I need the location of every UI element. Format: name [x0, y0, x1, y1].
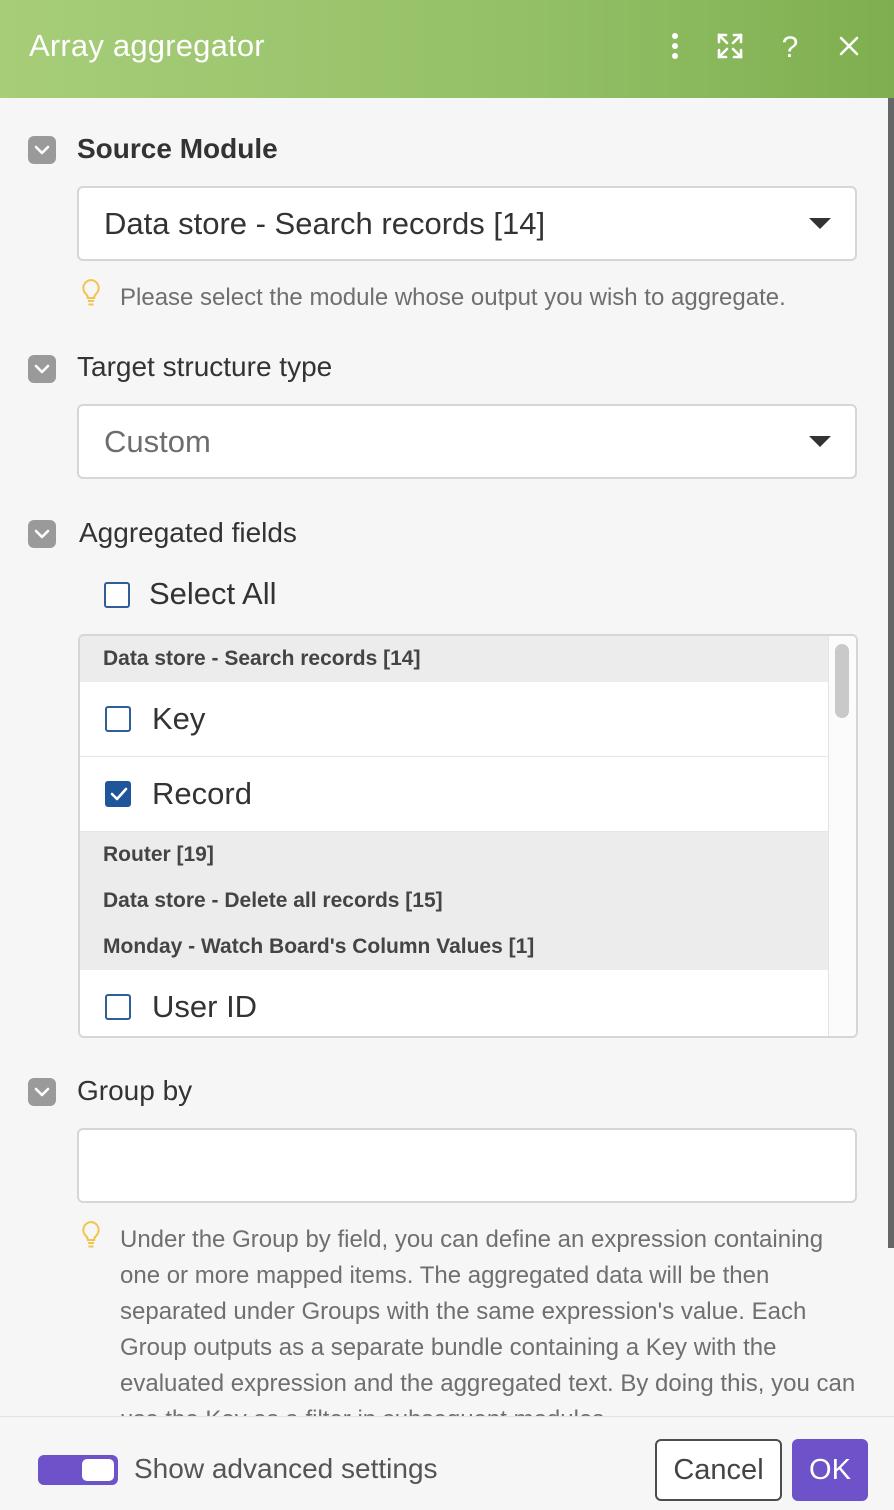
group-header: Monday - Watch Board's Column Values [1]: [80, 924, 828, 970]
lightbulb-icon: [82, 1220, 100, 1248]
dialog-header: Array aggregator ?: [0, 0, 894, 98]
close-icon[interactable]: [829, 26, 869, 66]
chevron-down-icon: [34, 364, 50, 374]
select-all-checkbox[interactable]: [104, 582, 130, 608]
lightbulb-icon: [82, 278, 100, 306]
item-label: Key: [152, 701, 206, 736]
advanced-settings-label[interactable]: Show advanced settings: [134, 1453, 438, 1485]
svg-text:?: ?: [782, 31, 799, 61]
chevron-down-icon: [34, 529, 50, 539]
ok-button[interactable]: OK: [792, 1439, 868, 1501]
list-item[interactable]: Key: [80, 682, 828, 757]
caret-down-icon: [809, 436, 831, 447]
item-label: Record: [152, 776, 252, 811]
item-label: User ID: [152, 989, 258, 1024]
aggregated-fields-collapse-toggle[interactable]: [28, 520, 56, 548]
source-module-value: Data store - Search records [14]: [104, 206, 546, 241]
chevron-down-icon: [34, 1087, 50, 1097]
help-icon[interactable]: ?: [770, 26, 810, 66]
source-module-select[interactable]: Data store - Search records [14]: [77, 186, 857, 261]
chevron-down-icon: [34, 145, 50, 155]
aggregated-fields-label: Aggregated fields: [79, 517, 297, 548]
list-item[interactable]: Record: [80, 757, 828, 832]
toggle-knob: [82, 1459, 114, 1481]
select-all-label: Select All: [149, 576, 277, 611]
aggregated-fields-list: Data store - Search records [14] Key Rec…: [78, 634, 858, 1038]
group-header: Router [19]: [80, 832, 828, 878]
more-options-icon[interactable]: [655, 26, 695, 66]
expand-icon[interactable]: [710, 26, 750, 66]
caret-down-icon: [809, 218, 831, 229]
list-scrollbar-thumb[interactable]: [835, 644, 849, 718]
panel-scrollbar[interactable]: [888, 98, 894, 1248]
user-id-checkbox[interactable]: [105, 994, 131, 1020]
cancel-button[interactable]: Cancel: [655, 1439, 782, 1501]
list-scrollbar[interactable]: [828, 636, 856, 1036]
record-checkbox[interactable]: [105, 781, 131, 807]
dialog-footer: Show advanced settings Cancel OK: [0, 1416, 894, 1510]
dialog-title: Array aggregator: [29, 28, 265, 63]
group-by-hint-text: Under the Group by field, you can define…: [120, 1226, 856, 1416]
group-by-hint: Under the Group by field, you can define…: [80, 1220, 870, 1416]
target-structure-value: Custom: [104, 424, 211, 459]
group-header: Data store - Search records [14]: [80, 636, 828, 682]
advanced-settings-toggle[interactable]: [38, 1455, 118, 1485]
group-by-label: Group by: [77, 1075, 193, 1106]
group-header: Data store - Delete all records [15]: [80, 878, 828, 924]
source-module-label: Source Module: [77, 133, 278, 164]
checkmark-icon: [110, 787, 128, 801]
group-by-input[interactable]: [77, 1128, 857, 1203]
target-structure-collapse-toggle[interactable]: [28, 355, 56, 383]
key-checkbox[interactable]: [105, 706, 131, 732]
list-item[interactable]: User ID: [80, 970, 828, 1036]
source-module-collapse-toggle[interactable]: [28, 136, 56, 164]
source-module-hint-text: Please select the module whose output yo…: [120, 284, 786, 311]
target-structure-label: Target structure type: [77, 351, 333, 382]
group-by-collapse-toggle[interactable]: [28, 1078, 56, 1106]
target-structure-select[interactable]: Custom: [77, 404, 857, 479]
